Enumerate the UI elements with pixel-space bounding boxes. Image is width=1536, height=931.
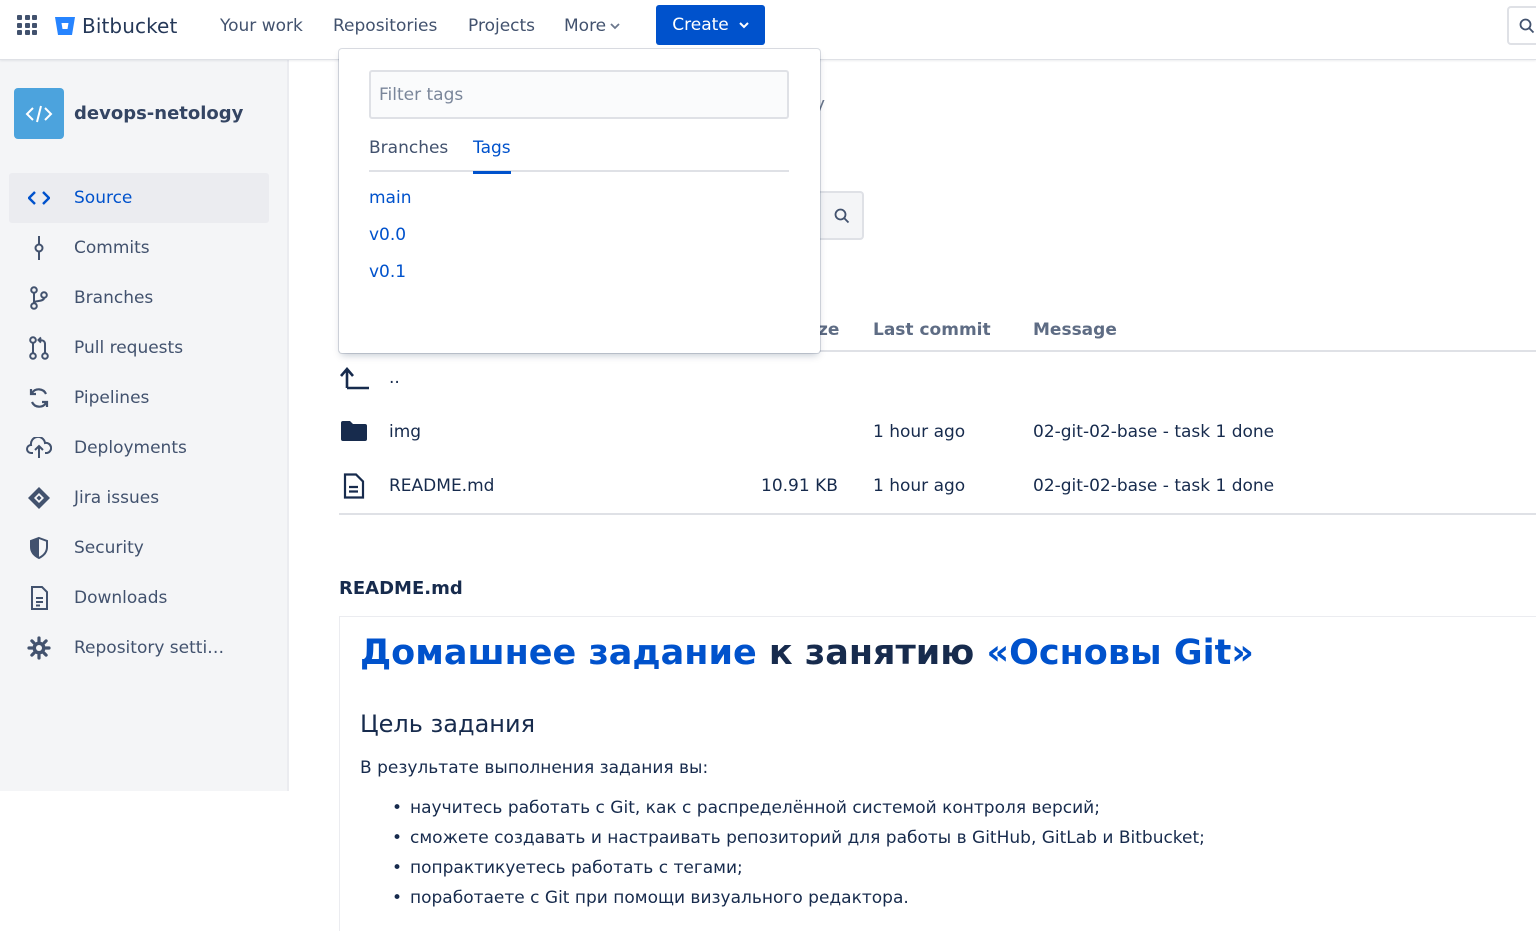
chevron-down-icon — [610, 23, 620, 30]
commit-icon — [24, 233, 54, 263]
brand-name: Bitbucket — [82, 14, 178, 38]
sidebar-item-jira-issues[interactable]: Jira issues — [9, 473, 269, 523]
document-icon — [24, 583, 54, 613]
readme-heading: Домашнее задание к занятию «Основы Git» — [360, 633, 1254, 673]
create-button[interactable]: Create — [656, 5, 765, 45]
nav-more[interactable]: More — [564, 15, 620, 37]
bitbucket-icon — [55, 17, 75, 35]
create-label: Create — [672, 15, 729, 35]
gear-icon — [24, 633, 54, 663]
list-item-text: научитесь работать с Git, как с распреде… — [410, 798, 1100, 818]
bitbucket-logo[interactable]: Bitbucket — [54, 13, 177, 39]
tag-item[interactable]: v0.1 — [369, 262, 406, 282]
sidebar-item-label: Pipelines — [74, 388, 150, 408]
tab-branches[interactable]: Branches — [369, 138, 448, 172]
sidebar-item-source[interactable]: Source — [9, 173, 269, 223]
sidebar-item-deployments[interactable]: Deployments — [9, 423, 269, 473]
sidebar: devops-netology Source Commits Branches … — [0, 60, 289, 791]
code-icon — [25, 105, 53, 122]
sidebar-item-branches[interactable]: Branches — [9, 273, 269, 323]
pipelines-icon — [24, 383, 54, 413]
filter-tags-input[interactable] — [369, 70, 789, 119]
branch-icon — [24, 283, 54, 313]
code-icon — [24, 183, 54, 213]
sidebar-item-security[interactable]: Security — [9, 523, 269, 573]
repo-header[interactable]: devops-netology — [14, 88, 243, 139]
tag-item[interactable]: v0.0 — [369, 225, 406, 245]
readme-subheading: Цель задания — [360, 710, 536, 738]
table-divider — [339, 513, 1536, 515]
file-size: 10.91 KB — [761, 476, 838, 496]
sidebar-item-downloads[interactable]: Downloads — [9, 573, 269, 623]
sidebar-item-label: Pull requests — [74, 338, 184, 358]
sidebar-item-pull-requests[interactable]: Pull requests — [9, 323, 269, 373]
sidebar-item-label: Deployments — [74, 438, 187, 458]
branch-tag-dropdown: Branches Tags main v0.0 v0.1 — [339, 49, 820, 353]
readme-filename: README.md — [339, 578, 463, 599]
nav-your-work[interactable]: Your work — [220, 15, 303, 37]
sidebar-item-label: Security — [74, 538, 144, 558]
sidebar-item-label: Commits — [74, 238, 150, 258]
column-header-message: Message — [1033, 320, 1117, 340]
commit-message[interactable]: 02-git-02-base - task 1 done — [1033, 422, 1274, 442]
list-item-text: поработаете с Git при помощи визуального… — [410, 888, 909, 908]
commit-message[interactable]: 02-git-02-base - task 1 done — [1033, 476, 1274, 496]
tag-item[interactable]: main — [369, 188, 411, 208]
readme-list-item: сможете создавать и настраивать репозито… — [392, 828, 1205, 848]
column-header-size: ze — [818, 320, 840, 340]
file-name-link[interactable]: img — [389, 422, 421, 442]
search-icon — [1519, 18, 1535, 34]
readme-list-item: научитесь работать с Git, как с распреде… — [392, 798, 1100, 818]
readme-list-item: поработаете с Git при помощи визуального… — [392, 888, 909, 908]
nav-projects[interactable]: Projects — [468, 15, 535, 37]
sidebar-item-pipelines[interactable]: Pipelines — [9, 373, 269, 423]
pull-request-icon — [24, 333, 54, 363]
chevron-down-icon — [739, 22, 749, 29]
global-search[interactable] — [1507, 6, 1536, 45]
sidebar-item-label: Jira issues — [74, 488, 160, 508]
sidebar-item-label: Downloads — [74, 588, 168, 608]
sidebar-item-label: Repository setti… — [74, 638, 225, 658]
repo-name: devops-netology — [74, 103, 244, 124]
repo-avatar — [14, 88, 64, 139]
nav-repositories[interactable]: Repositories — [333, 15, 437, 37]
readme-paragraph: В результате выполнения задания вы: — [360, 758, 709, 778]
file-icon — [343, 473, 365, 499]
app-switcher-icon[interactable] — [17, 15, 37, 35]
folder-icon — [341, 421, 367, 441]
sidebar-item-commits[interactable]: Commits — [9, 223, 269, 273]
list-item-text: сможете создавать и настраивать репозито… — [410, 828, 1205, 848]
tab-tags[interactable]: Tags — [473, 138, 511, 174]
column-header-last-commit: Last commit — [873, 320, 991, 340]
sidebar-item-repository-settings[interactable]: Repository setti… — [9, 623, 269, 673]
cloud-upload-icon — [24, 433, 54, 463]
sidebar-item-label: Source — [74, 188, 133, 208]
list-item-text: попрактикуетесь работать с тегами; — [410, 858, 743, 878]
readme-heading-link[interactable]: Домашнее задание — [360, 633, 757, 673]
file-name-link[interactable]: README.md — [389, 476, 494, 496]
parent-directory-icon[interactable] — [339, 366, 371, 390]
last-commit-time: 1 hour ago — [873, 476, 966, 496]
readme-heading-link[interactable]: «Основы Git» — [987, 633, 1254, 673]
last-commit-time: 1 hour ago — [873, 422, 966, 442]
search-icon — [834, 208, 850, 224]
parent-directory-link[interactable]: .. — [389, 368, 400, 388]
shield-icon — [24, 533, 54, 563]
nav-more-label: More — [564, 16, 607, 36]
readme-list-item: попрактикуетесь работать с тегами; — [392, 858, 743, 878]
sidebar-item-label: Branches — [74, 288, 154, 308]
jira-icon — [24, 483, 54, 513]
dropdown-tabs: Branches Tags — [369, 138, 789, 174]
readme-heading-text: к занятию — [756, 633, 987, 673]
